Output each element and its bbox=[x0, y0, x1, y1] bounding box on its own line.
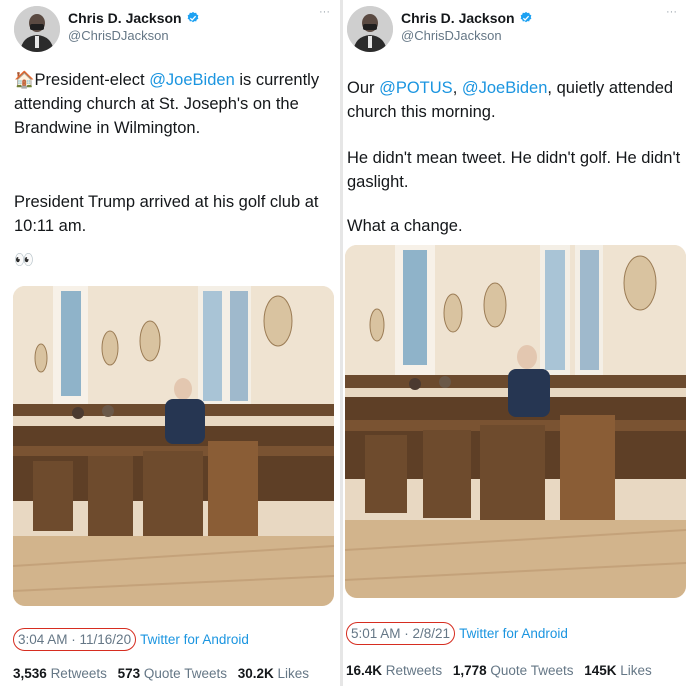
retweets-stat[interactable]: 3,536 Retweets bbox=[13, 666, 107, 681]
more-options-icon[interactable]: ··· bbox=[666, 6, 677, 18]
tweet-left: Chris D. Jackson @ChrisDJackson ··· 🏠Pre… bbox=[0, 0, 340, 686]
tweet-text: 🏠President-elect @JoeBiden is currently … bbox=[14, 68, 329, 140]
mention-link[interactable]: @JoeBiden bbox=[149, 71, 235, 89]
likes-count: 30.2K bbox=[237, 666, 274, 681]
tweet-stats: 3,536 Retweets 573 Quote Tweets 30.2K Li… bbox=[13, 666, 316, 681]
quote-tweets-stat[interactable]: 1,778 Quote Tweets bbox=[453, 663, 574, 678]
tweet-text-paragraph: President Trump arrived at his golf club… bbox=[14, 193, 319, 235]
text-segment: Our bbox=[347, 79, 380, 97]
avatar[interactable] bbox=[347, 6, 393, 52]
church-interior-image bbox=[345, 245, 686, 598]
tweet-header: Chris D. Jackson @ChrisDJackson ··· bbox=[347, 6, 677, 52]
name-row: Chris D. Jackson bbox=[401, 10, 533, 26]
tweet-meta: 3:04 AM · 11/16/20 Twitter for Android bbox=[13, 628, 249, 651]
name-row: Chris D. Jackson bbox=[68, 10, 200, 26]
user-handle[interactable]: @ChrisDJackson bbox=[68, 28, 169, 43]
church-interior-image bbox=[13, 286, 334, 606]
more-options-icon[interactable]: ··· bbox=[319, 6, 330, 18]
tweet-meta: 5:01 AM · 2/8/21 Twitter for Android bbox=[346, 622, 568, 645]
avatar-image bbox=[347, 6, 393, 52]
mention-link[interactable]: @JoeBiden bbox=[462, 79, 548, 97]
quote-tweets-count: 1,778 bbox=[452, 663, 487, 678]
tweet-right: Chris D. Jackson @ChrisDJackson ··· Our … bbox=[343, 0, 687, 686]
source-link[interactable]: Twitter for Android bbox=[140, 632, 249, 647]
timestamp-link[interactable]: 5:01 AM · 2/8/21 bbox=[351, 626, 450, 641]
timestamp-link[interactable]: 3:04 AM · 11/16/20 bbox=[18, 632, 131, 647]
mention-link[interactable]: @POTUS bbox=[379, 79, 453, 97]
quote-tweets-label: Quote Tweets bbox=[490, 663, 574, 678]
retweets-label: Retweets bbox=[385, 663, 443, 678]
retweets-count: 16.4K bbox=[346, 663, 383, 678]
avatar[interactable] bbox=[14, 6, 60, 52]
verified-badge-icon bbox=[520, 11, 531, 23]
display-name[interactable]: Chris D. Jackson bbox=[68, 10, 182, 26]
quote-tweets-label: Quote Tweets bbox=[143, 666, 227, 681]
timestamp-annotation: 3:04 AM · 11/16/20 bbox=[13, 628, 137, 651]
user-handle[interactable]: @ChrisDJackson bbox=[401, 28, 502, 43]
verified-badge-icon bbox=[187, 11, 198, 23]
text-segment: President-elect bbox=[34, 71, 150, 89]
display-name[interactable]: Chris D. Jackson bbox=[401, 10, 515, 26]
tweet-text-paragraph: He didn't mean tweet. He didn't golf. He… bbox=[347, 149, 681, 191]
retweets-stat[interactable]: 16.4K Retweets bbox=[346, 663, 442, 678]
retweets-label: Retweets bbox=[50, 666, 107, 681]
tweet-text-paragraph: What a change. bbox=[347, 217, 463, 235]
tweet-stats: 16.4K Retweets 1,778 Quote Tweets 145K L… bbox=[346, 663, 659, 678]
tweet-photo[interactable] bbox=[345, 245, 686, 598]
likes-label: Likes bbox=[620, 663, 652, 678]
likes-stat[interactable]: 145K Likes bbox=[584, 663, 652, 678]
avatar-image bbox=[14, 6, 60, 52]
tweet-text: Our @POTUS, @JoeBiden, quietly attended … bbox=[347, 76, 682, 124]
tweet-header: Chris D. Jackson @ChrisDJackson ··· bbox=[14, 6, 330, 52]
likes-stat[interactable]: 30.2K Likes bbox=[238, 666, 309, 681]
quote-tweets-stat[interactable]: 573 Quote Tweets bbox=[118, 666, 227, 681]
retweets-count: 3,536 bbox=[13, 666, 47, 681]
text-segment: , bbox=[452, 79, 462, 97]
likes-count: 145K bbox=[584, 663, 617, 678]
timestamp-annotation: 5:01 AM · 2/8/21 bbox=[346, 622, 456, 645]
tweet-photo[interactable] bbox=[13, 286, 334, 606]
likes-label: Likes bbox=[277, 666, 310, 681]
source-link[interactable]: Twitter for Android bbox=[459, 626, 568, 641]
house-icon: 🏠 bbox=[14, 71, 35, 89]
eyes-emoji-icon: 👀 bbox=[14, 252, 34, 269]
quote-tweets-count: 573 bbox=[117, 666, 141, 681]
